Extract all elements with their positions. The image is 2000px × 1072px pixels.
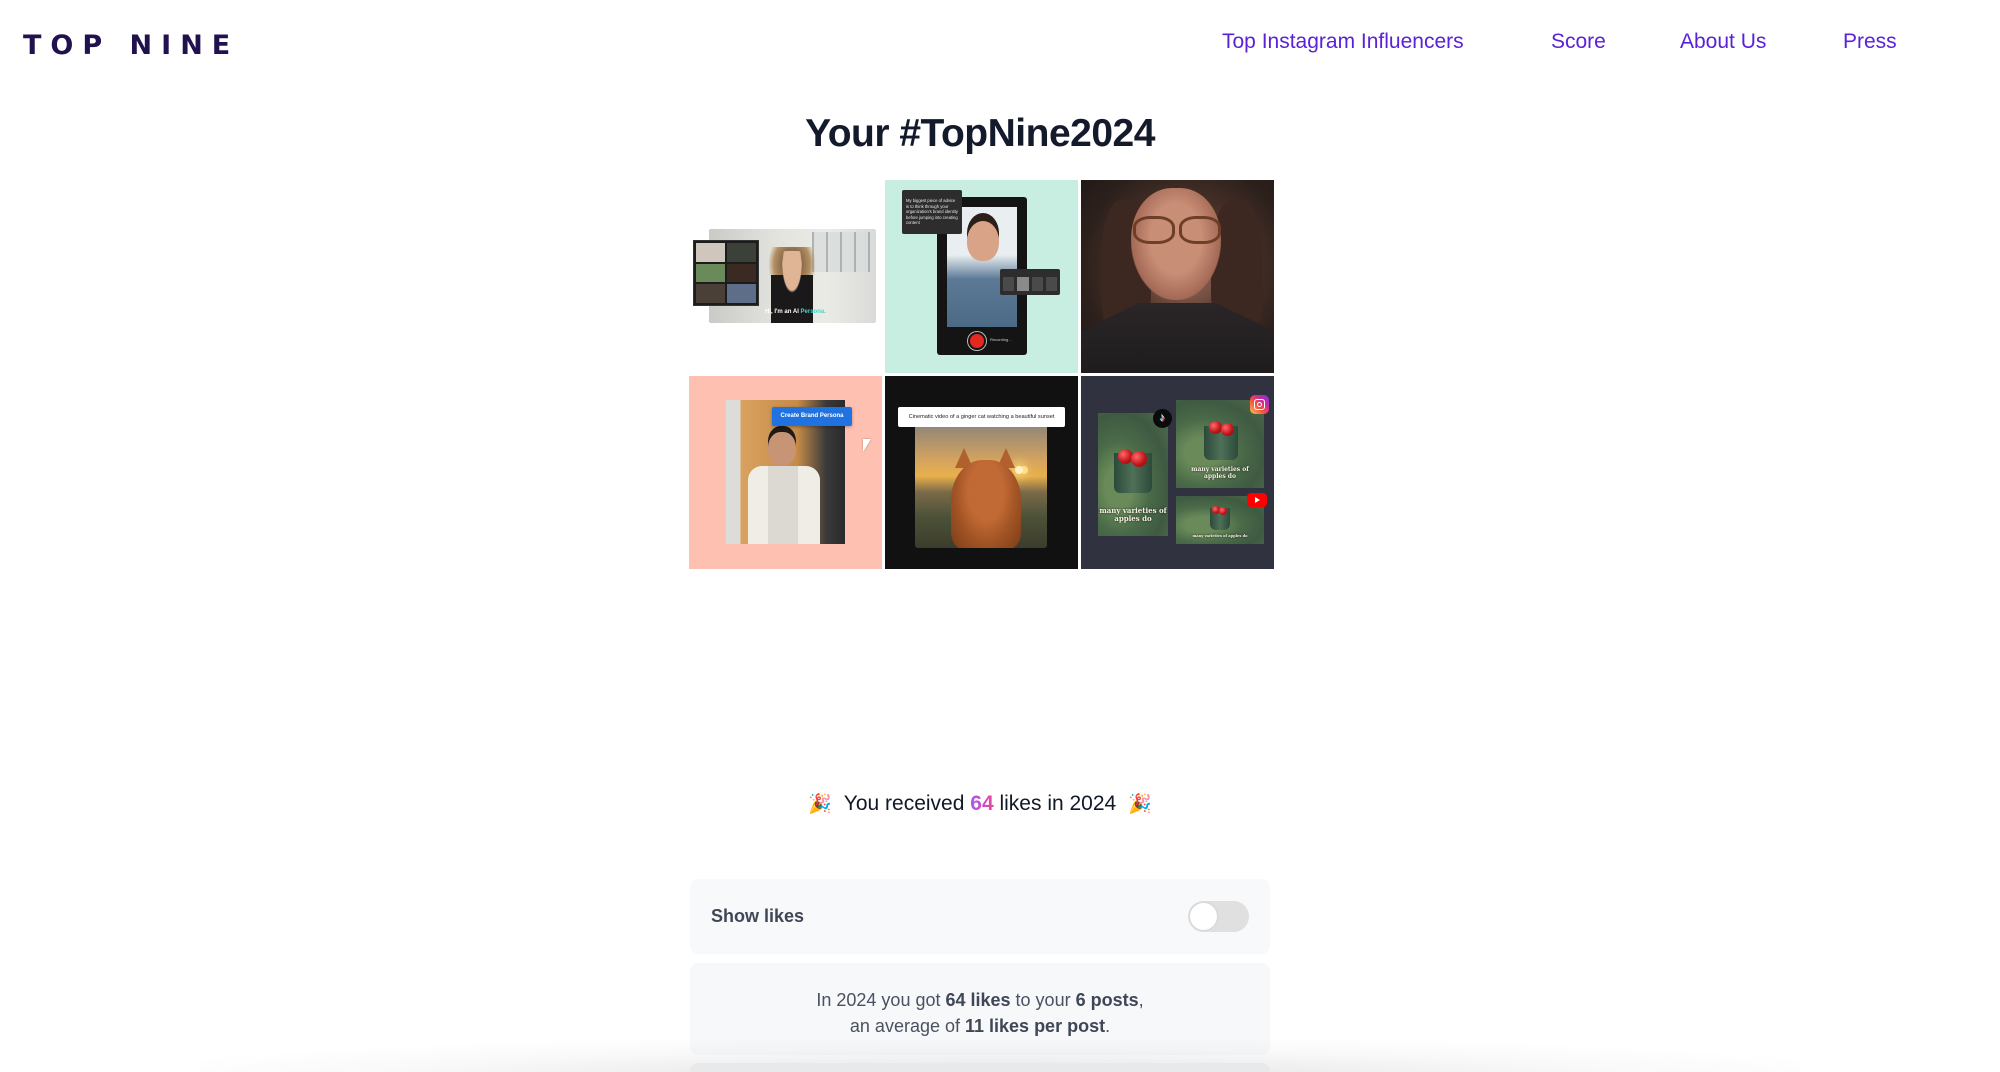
gallery-thumb <box>727 243 756 262</box>
summary-text: to your <box>1010 990 1076 1010</box>
grid-tile-phone-recorder[interactable]: Recording... My biggest piece of advice … <box>885 180 1078 373</box>
grid-tile-brand-persona[interactable]: Create Brand Persona <box>689 376 882 569</box>
summary-line-1: In 2024 you got 64 likes to your 6 posts… <box>690 987 1270 1013</box>
summary-line-2: an average of 11 likes per post. <box>690 1013 1270 1039</box>
show-likes-row: Show likes <box>690 879 1270 954</box>
gallery-thumb <box>727 263 756 283</box>
record-icon <box>970 334 984 348</box>
show-likes-label: Show likes <box>711 906 805 926</box>
gallery-thumb <box>696 263 725 283</box>
prompt-box: Cinematic video of a ginger cat watching… <box>898 407 1065 427</box>
youtube-caption: many varieties of apples do <box>1192 534 1248 538</box>
grid-tile-cat-sunset[interactable]: Cinematic video of a ginger cat watching… <box>885 376 1078 569</box>
teleprompter-panel: My biggest piece of advice is to think t… <box>902 190 962 234</box>
summary-text: In 2024 you got <box>816 990 946 1010</box>
apple <box>1219 507 1227 515</box>
recording-label: Recording... <box>990 337 1012 342</box>
summary-post-count: 6 posts <box>1075 990 1139 1010</box>
man-tee <box>768 466 798 544</box>
cursor-icon <box>863 439 871 452</box>
create-brand-persona-button: Create Brand Persona <box>772 407 852 426</box>
caption-highlight: Persona. <box>800 309 826 315</box>
grid-tile-multi-platform[interactable]: many varieties of apples do many varieti… <box>1081 376 1274 569</box>
cat <box>951 460 1021 548</box>
party-popper-icon: 🎉 <box>1128 794 1152 815</box>
sun <box>1015 466 1023 474</box>
tiktok-caption: many varieties of apples do <box>1099 506 1167 523</box>
tiktok-video-card: many varieties of apples do <box>1098 413 1168 536</box>
nav-press[interactable]: Press <box>1843 30 1897 54</box>
presenter-gallery <box>693 240 759 306</box>
apple <box>1209 421 1222 434</box>
persona-caption: Hi, I'm an AI Persona. <box>765 309 826 315</box>
party-popper-icon: 🎉 <box>808 794 832 815</box>
instagram-caption: many varieties of apples do <box>1191 466 1249 480</box>
summary-text: , <box>1138 990 1144 1010</box>
aspect-mode-panel <box>1000 269 1060 295</box>
persona-man <box>744 432 824 544</box>
caption-prefix: Hi, I'm an AI <box>765 309 801 315</box>
page-title: Your #TopNine2024 <box>805 112 1155 155</box>
toggle-knob <box>1190 903 1217 930</box>
mode-option <box>1017 277 1029 291</box>
nav-score[interactable]: Score <box>1551 30 1606 54</box>
apple <box>1221 423 1234 436</box>
mode-option <box>1003 277 1015 291</box>
summary-text: . <box>1105 1016 1111 1036</box>
tiktok-icon: ♪ <box>1153 409 1172 428</box>
top-nine-grid: Hi, I'm an AI Persona. Recording... My b… <box>689 180 1276 569</box>
presenter-face <box>967 221 999 261</box>
instagram-icon <box>1250 395 1269 414</box>
likes-summary: In 2024 you got 64 likes to your 6 posts… <box>690 963 1270 1055</box>
window-decor <box>812 232 872 272</box>
likes-suffix: likes in 2024 <box>999 792 1117 815</box>
summary-total-likes: 64 likes <box>945 990 1011 1010</box>
gallery-thumb <box>696 284 725 303</box>
summary-text: an average of <box>849 1016 965 1036</box>
likes-banner: 🎉 You received 64 likes in 2024 🎉 <box>0 792 1960 816</box>
mode-option <box>1045 277 1057 291</box>
youtube-icon <box>1247 493 1267 507</box>
grid-tile-ai-persona[interactable]: Hi, I'm an AI Persona. <box>689 180 882 373</box>
man-head <box>768 432 796 466</box>
nav-top-instagram-influencers[interactable]: Top Instagram Influencers <box>1222 30 1464 54</box>
grid-tile-portrait[interactable] <box>1081 180 1274 373</box>
next-section-card <box>690 1063 1270 1072</box>
apple <box>1131 451 1147 467</box>
sunset-image <box>915 424 1047 548</box>
instagram-video-card: many varieties of apples do <box>1176 400 1264 488</box>
portrait-face <box>1131 188 1221 300</box>
summary-average: 11 likes per post <box>965 1016 1106 1036</box>
gallery-thumb <box>727 284 756 303</box>
likes-count: 64 <box>970 792 994 815</box>
glasses <box>1133 216 1221 244</box>
nav-about-us[interactable]: About Us <box>1680 30 1766 54</box>
main-nav: Top Instagram Influencers Score About Us… <box>0 30 2000 60</box>
gallery-thumb <box>696 243 725 262</box>
mode-option <box>1031 277 1043 291</box>
site-header: TOP NINE Top Instagram Influencers Score… <box>0 0 2000 90</box>
likes-prefix: You received <box>843 792 965 815</box>
show-likes-toggle[interactable] <box>1188 901 1249 932</box>
